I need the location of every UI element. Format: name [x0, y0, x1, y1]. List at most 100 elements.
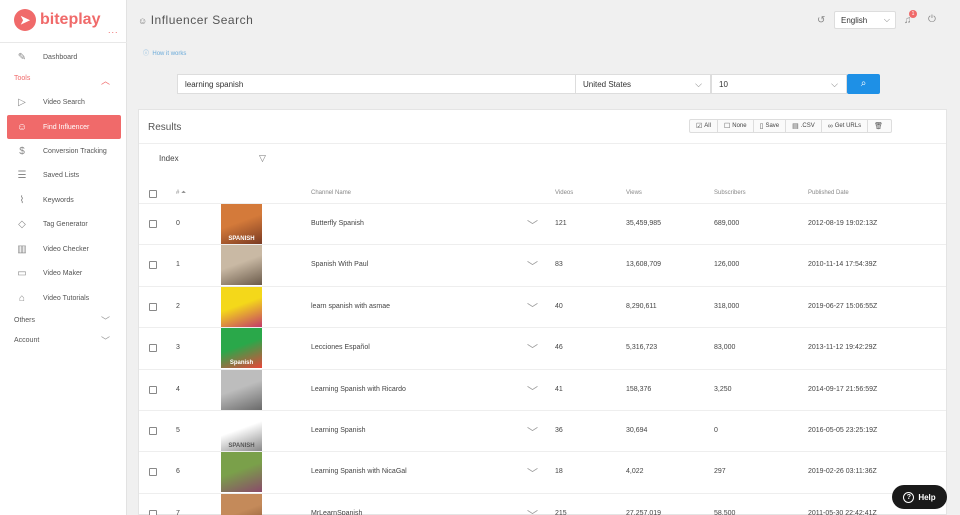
section-account[interactable]: Account [14, 337, 39, 344]
expand-chevron-icon[interactable]: ﹀ [527, 465, 538, 481]
header-subscribers[interactable]: Subscribers [714, 190, 746, 196]
table-row[interactable]: 5 SPANISH Learning Spanish ﹀ 36 30,694 0 2016-0… [139, 410, 946, 451]
select-none-button[interactable]: ☐ None [718, 120, 754, 132]
row-checkbox[interactable] [149, 509, 157, 515]
delete-button[interactable]: 🗑 [868, 120, 891, 132]
table-row[interactable]: 4 Learning Spanish with Ricardo ﹀ 41 158,376… [139, 368, 946, 410]
row-checkbox[interactable] [149, 302, 157, 311]
sidebar-item-saved-lists[interactable]: ☰ Saved Lists [7, 163, 121, 187]
influencer-icon: ☺ [16, 121, 28, 133]
save-button[interactable]: ▯ Save [754, 120, 787, 132]
help-button[interactable]: ? Help [892, 485, 947, 509]
sidebar-item-video-checker[interactable]: ▥ Video Checker [7, 237, 121, 261]
channel-name[interactable]: Learning Spanish [311, 427, 366, 434]
channel-thumbnail[interactable]: Spanish [221, 328, 262, 369]
table-row[interactable]: 2 learn spanish with asmae ﹀ 40 8,290,611 318… [139, 285, 946, 327]
row-index: 4 [176, 385, 180, 393]
channel-thumbnail[interactable] [221, 286, 262, 327]
channel-thumbnail[interactable] [221, 369, 262, 410]
published-date: 2011-05-30 22:42:41Z [808, 509, 877, 515]
table-row[interactable]: 6 Learning Spanish with NicaGal ﹀ 18 4,022 29… [139, 451, 946, 493]
sidebar-item-conversion-tracking[interactable]: $ Conversion Tracking [7, 139, 121, 163]
header-index[interactable]: # ⏶ [176, 190, 186, 197]
how-it-works-link[interactable]: ⓘ How it works [143, 48, 186, 57]
table-row[interactable]: 3 Spanish Lecciones Español ﹀ 46 5,316,723 83,… [139, 327, 946, 369]
language-select[interactable]: English ⌵ [834, 11, 896, 29]
row-index: 0 [176, 220, 180, 227]
channel-thumbnail[interactable]: SPANISH [221, 204, 262, 244]
csv-icon: ▤ [792, 123, 799, 130]
chevron-down-icon[interactable]: ﹀ [101, 334, 110, 347]
chevron-up-icon[interactable]: ︿ [101, 74, 110, 87]
published-date: 2010-11-14 17:54:39Z [808, 261, 877, 269]
expand-chevron-icon[interactable]: ﹀ [527, 424, 538, 440]
expand-chevron-icon[interactable]: ﹀ [527, 258, 538, 274]
header-published-date[interactable]: Published Date [808, 190, 849, 196]
sidebar-item-label: Dashboard [43, 53, 78, 61]
table-row[interactable]: 7 MrLearnSpanish ﹀ 215 27,257,019 58,500 2011-… [139, 492, 946, 515]
select-all-button[interactable]: ☑ All [690, 120, 718, 132]
chevron-down-icon[interactable]: ▽ [259, 153, 266, 164]
row-checkbox[interactable] [149, 468, 157, 477]
sidebar-item-tag-generator[interactable]: ◇ Tag Generator [7, 212, 121, 236]
expand-chevron-icon[interactable]: ﹀ [527, 507, 538, 515]
expand-chevron-icon[interactable]: ﹀ [527, 300, 538, 316]
csv-button[interactable]: ▤ .CSV [786, 120, 822, 132]
sidebar-item-label: Saved Lists [43, 171, 80, 179]
channel-name[interactable]: learn spanish with asmae [311, 303, 390, 310]
search-query: learning spanish [185, 80, 244, 89]
section-others[interactable]: Others [14, 317, 35, 324]
sidebar-item-video-tutorials[interactable]: ⌂ Video Tutorials [7, 286, 121, 310]
sort-select[interactable]: Index [159, 154, 179, 163]
row-checkbox[interactable] [149, 261, 157, 270]
language-value: English [841, 16, 868, 25]
row-checkbox[interactable] [149, 427, 157, 435]
count-select[interactable]: 10 ⌵ [711, 74, 847, 94]
channel-name[interactable]: Lecciones Español [311, 344, 370, 351]
chevron-down-icon[interactable]: ﹀ [101, 314, 110, 327]
published-date: 2012-08-19 19:02:13Z [808, 220, 878, 227]
brand-logo[interactable]: ➤ biteplay [14, 9, 100, 31]
row-checkbox[interactable] [149, 220, 157, 228]
search-input[interactable]: learning spanish [177, 74, 576, 94]
country-value: United States [583, 80, 632, 89]
subscribers-count: 689,000 [714, 220, 740, 227]
channel-name[interactable]: Spanish With Paul [311, 261, 368, 268]
help-label: Help [918, 492, 936, 502]
videos-count: 40 [555, 302, 563, 310]
expand-chevron-icon[interactable]: ﹀ [527, 383, 538, 399]
question-icon: ? [903, 491, 915, 503]
search-button[interactable]: ⌕ [847, 74, 880, 94]
channel-thumbnail[interactable]: SPANISH [221, 411, 262, 451]
expand-chevron-icon[interactable]: ﹀ [527, 217, 538, 233]
channel-thumbnail[interactable] [221, 493, 262, 515]
expand-chevron-icon[interactable]: ﹀ [527, 341, 538, 357]
sidebar-item-find-influencer[interactable]: ☺ Find Influencer [7, 115, 121, 139]
notification-badge: 1 [909, 10, 917, 18]
table-row[interactable]: 1 Spanish With Paul ﹀ 83 13,608,709 126,000 20… [139, 244, 946, 286]
sidebar-item-dashboard[interactable]: ✎ Dashboard [7, 45, 121, 69]
channel-name[interactable]: MrLearnSpanish [311, 510, 362, 515]
channel-name[interactable]: Butterfly Spanish [311, 220, 364, 227]
sidebar-item-keywords[interactable]: ⌇ Keywords [7, 188, 121, 212]
channel-name[interactable]: Learning Spanish with NicaGal [311, 468, 407, 475]
channel-thumbnail[interactable] [221, 245, 262, 286]
more-dots-icon[interactable]: ... [108, 25, 119, 35]
row-checkbox[interactable] [149, 385, 157, 394]
sidebar-item-video-maker[interactable]: ▭ Video Maker [7, 261, 121, 285]
header-views[interactable]: Views [626, 190, 642, 196]
select-all-checkbox[interactable] [149, 190, 157, 198]
get-urls-button[interactable]: ∞ Get URLs [822, 120, 869, 132]
header-channel-name[interactable]: Channel Name [311, 190, 351, 196]
country-select[interactable]: United States ⌵ [575, 74, 711, 94]
header-videos[interactable]: Videos [555, 190, 573, 196]
channel-name[interactable]: Learning Spanish with Ricardo [311, 386, 406, 393]
divider [139, 143, 946, 144]
history-icon[interactable]: ↺ [817, 15, 825, 26]
table-row[interactable]: 0 SPANISH Butterfly Spanish ﹀ 121 35,459,985 6… [139, 203, 946, 244]
row-checkbox[interactable] [149, 344, 157, 353]
sidebar-item-video-search[interactable]: ▷ Video Search [7, 90, 121, 114]
logout-icon[interactable]: ⏻ [928, 14, 936, 25]
section-tools[interactable]: Tools [14, 75, 30, 82]
channel-thumbnail[interactable] [221, 452, 262, 493]
